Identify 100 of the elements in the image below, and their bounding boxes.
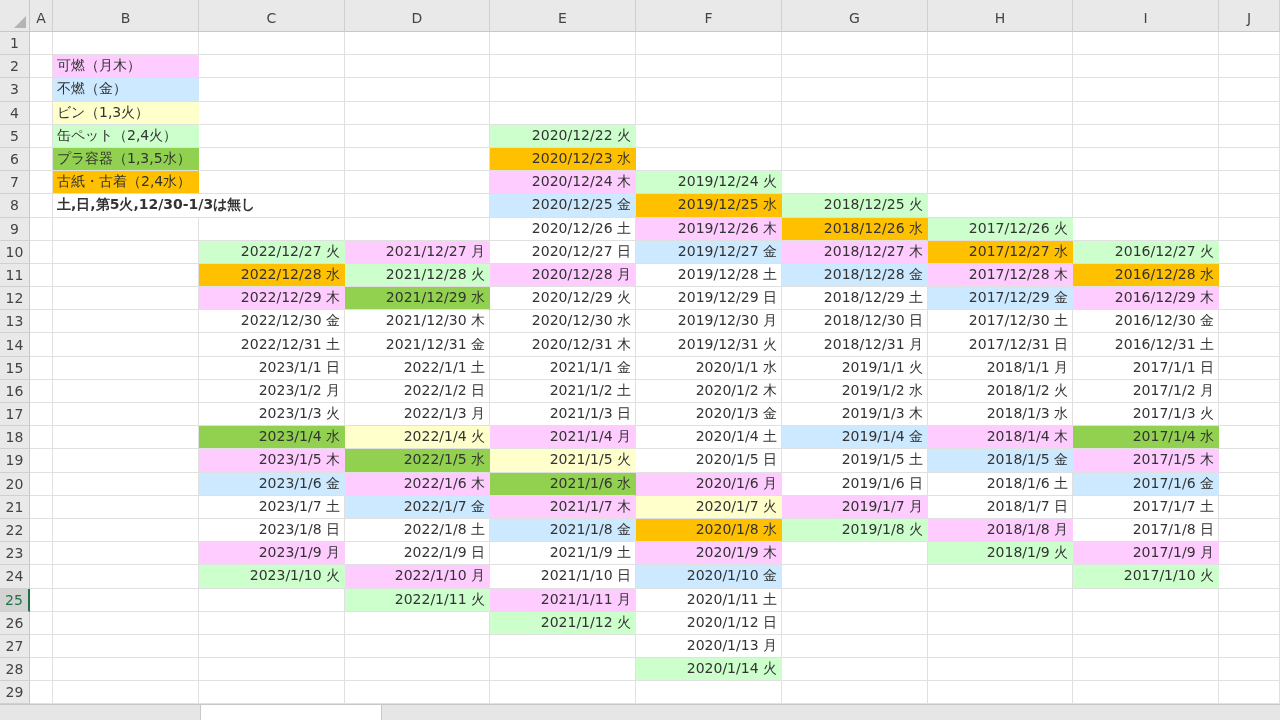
row-header[interactable]: 10 — [0, 240, 30, 264]
row-header[interactable]: 5 — [0, 124, 30, 148]
date-cell: 2020/12/31 木 — [490, 333, 636, 357]
date-cell: 2019/1/1 火 — [782, 356, 928, 380]
date-cell: 2019/1/2 水 — [782, 379, 928, 403]
legend-cell: ビン（1,3火） — [53, 101, 199, 125]
row-header[interactable]: 24 — [0, 565, 30, 589]
date-cell: 2020/12/22 火 — [490, 124, 636, 148]
date-cell: 2020/1/4 土 — [636, 426, 782, 450]
row-header[interactable]: 28 — [0, 658, 30, 682]
column-header[interactable]: H — [928, 0, 1073, 32]
date-cell: 2021/1/1 金 — [490, 356, 636, 380]
date-cell: 2022/1/9 日 — [345, 542, 490, 566]
row-header[interactable]: 6 — [0, 147, 30, 172]
row-header[interactable]: 3 — [0, 78, 30, 102]
date-cell: 2022/12/28 水 — [199, 263, 345, 288]
date-cell: 2018/12/28 金 — [782, 263, 928, 288]
date-cell: 2021/1/4 月 — [490, 426, 636, 450]
date-cell: 2017/12/30 土 — [928, 310, 1073, 334]
column-header[interactable]: B — [53, 0, 199, 32]
date-cell: 2022/12/30 金 — [199, 310, 345, 334]
date-cell: 2019/12/28 土 — [636, 263, 782, 288]
date-cell: 2022/1/3 月 — [345, 403, 490, 427]
row-header[interactable]: 11 — [0, 263, 30, 288]
column-header[interactable]: I — [1073, 0, 1219, 32]
date-cell: 2021/1/6 水 — [490, 472, 636, 496]
date-cell: 2020/12/28 月 — [490, 263, 636, 288]
date-cell: 2017/1/10 火 — [1073, 565, 1219, 589]
date-cell: 2019/1/3 木 — [782, 403, 928, 427]
column-header[interactable]: F — [636, 0, 782, 32]
row-header[interactable]: 2 — [0, 55, 30, 79]
row-header[interactable]: 22 — [0, 518, 30, 543]
date-cell: 2019/12/26 木 — [636, 217, 782, 241]
row-header[interactable]: 16 — [0, 379, 30, 403]
date-cell: 2023/1/2 月 — [199, 379, 345, 403]
date-cell: 2017/1/4 水 — [1073, 426, 1219, 450]
date-cell: 2020/12/25 金 — [490, 194, 636, 218]
row-header[interactable]: 4 — [0, 101, 30, 125]
row-header[interactable]: 19 — [0, 449, 30, 473]
row-header[interactable]: 12 — [0, 287, 30, 311]
date-cell: 2020/1/11 土 — [636, 588, 782, 612]
row-header[interactable]: 15 — [0, 356, 30, 380]
date-cell: 2023/1/6 金 — [199, 472, 345, 496]
row-header[interactable]: 7 — [0, 171, 30, 195]
row-header[interactable]: 29 — [0, 681, 30, 705]
sheet-tab[interactable] — [200, 705, 382, 720]
date-cell: 2020/12/27 日 — [490, 240, 636, 264]
date-cell: 2017/1/7 土 — [1073, 495, 1219, 519]
row-header[interactable]: 21 — [0, 495, 30, 519]
date-cell: 2021/12/31 金 — [345, 333, 490, 357]
date-cell: 2022/1/11 火 — [345, 588, 490, 612]
date-cell: 2018/1/3 水 — [928, 403, 1073, 427]
column-header[interactable]: J — [1219, 0, 1280, 32]
row-header[interactable]: 13 — [0, 310, 30, 334]
date-cell: 2020/1/7 火 — [636, 495, 782, 519]
row-header[interactable]: 25 — [0, 588, 30, 612]
date-cell: 2021/1/12 火 — [490, 611, 636, 635]
column-header[interactable]: C — [199, 0, 345, 32]
date-cell: 2020/12/29 火 — [490, 287, 636, 311]
column-header[interactable]: G — [782, 0, 928, 32]
row-header[interactable]: 23 — [0, 542, 30, 566]
row-header[interactable]: 20 — [0, 472, 30, 496]
date-cell: 2016/12/28 水 — [1073, 263, 1219, 288]
date-cell: 2018/12/25 火 — [782, 194, 928, 218]
row-header[interactable]: 8 — [0, 194, 30, 218]
row-header[interactable]: 27 — [0, 634, 30, 659]
row-header[interactable]: 18 — [0, 426, 30, 450]
date-cell: 2018/12/29 土 — [782, 287, 928, 311]
column-header[interactable]: A — [30, 0, 53, 32]
date-cell: 2017/12/31 日 — [928, 333, 1073, 357]
triangle-icon — [14, 16, 26, 28]
date-cell: 2017/1/6 金 — [1073, 472, 1219, 496]
date-cell: 2018/12/31 月 — [782, 333, 928, 357]
row-header[interactable]: 26 — [0, 611, 30, 635]
row-header[interactable]: 17 — [0, 403, 30, 427]
row-header[interactable]: 14 — [0, 333, 30, 357]
date-cell: 2016/12/29 木 — [1073, 287, 1219, 311]
date-cell: 2021/1/5 火 — [490, 449, 636, 473]
date-cell: 2017/1/3 火 — [1073, 403, 1219, 427]
date-cell: 2021/1/10 日 — [490, 565, 636, 589]
row-header[interactable]: 1 — [0, 32, 30, 56]
column-header[interactable]: E — [490, 0, 636, 32]
legend-cell: 可燃（月木） — [53, 55, 199, 79]
legend-cell: 古紙・古着（2,4水） — [53, 171, 199, 195]
date-cell: 2017/1/2 月 — [1073, 379, 1219, 403]
date-cell: 2022/1/10 月 — [345, 565, 490, 589]
date-cell: 2018/1/4 木 — [928, 426, 1073, 450]
date-cell: 2021/12/27 月 — [345, 240, 490, 264]
date-cell: 2017/1/9 月 — [1073, 542, 1219, 566]
date-cell: 2021/1/8 金 — [490, 518, 636, 543]
select-all-corner[interactable] — [0, 0, 30, 32]
date-cell: 2022/1/2 日 — [345, 379, 490, 403]
date-cell: 2023/1/8 日 — [199, 518, 345, 543]
date-cell: 2021/12/29 水 — [345, 287, 490, 311]
date-cell: 2019/1/8 火 — [782, 518, 928, 543]
column-header[interactable]: D — [345, 0, 490, 32]
date-cell: 2019/1/7 月 — [782, 495, 928, 519]
row-header[interactable]: 9 — [0, 217, 30, 241]
date-cell: 2018/1/9 火 — [928, 542, 1073, 566]
date-cell: 2018/12/30 日 — [782, 310, 928, 334]
